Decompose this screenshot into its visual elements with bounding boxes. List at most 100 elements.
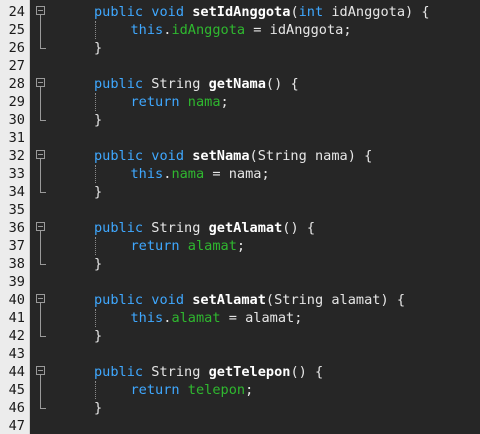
indent-guide [95, 309, 96, 327]
code-token: getTelepon [208, 364, 291, 380]
code-line[interactable]: 36 public String getAlamat() { [0, 219, 480, 237]
code-line[interactable]: 28 public String getNama() { [0, 75, 480, 93]
code-line[interactable]: 24 public void setIdAnggota(int idAnggota… [0, 3, 480, 21]
code-token: int [298, 4, 324, 20]
line-number: 30 [8, 112, 25, 128]
fold-line-marker-icon [35, 237, 47, 255]
code-token: this [130, 310, 164, 326]
fold-collapse-icon[interactable] [35, 219, 47, 237]
code-line[interactable]: 45 return telepon; [0, 381, 480, 399]
fold-end-marker-icon [35, 399, 47, 417]
code-token: ; [245, 382, 254, 398]
code-token: getAlamat [208, 220, 283, 236]
fold-line-marker-icon [35, 93, 47, 111]
fold-collapse-icon[interactable] [35, 147, 47, 165]
code-text: this.idAnggota = idAnggota; [131, 21, 352, 39]
code-token: String [143, 76, 209, 92]
code-line[interactable]: 35 [0, 201, 480, 219]
code-token: setNama [192, 148, 250, 164]
code-line[interactable]: 47 [0, 417, 480, 434]
code-line[interactable]: 44 public String getTelepon() { [0, 363, 480, 381]
code-token: this [130, 22, 164, 38]
code-line[interactable]: 42} [0, 327, 480, 345]
fold-line-marker-icon [35, 381, 47, 399]
fold-end-marker-icon [35, 183, 47, 201]
code-line[interactable]: 32 public void setNama(String nama) { [0, 147, 480, 165]
line-number: 42 [8, 328, 25, 344]
code-line[interactable]: 46} [0, 399, 480, 417]
indent-guide [95, 165, 96, 183]
code-token: alamat [187, 238, 237, 254]
fold-collapse-icon[interactable] [35, 75, 47, 93]
indent-guide [95, 237, 96, 255]
code-line[interactable]: 40 public void setAlamat(String alamat) { [0, 291, 480, 309]
code-token: public [94, 220, 144, 236]
indent-guide [95, 381, 96, 399]
fold-line-marker-icon [35, 165, 47, 183]
indent-guide [95, 93, 96, 111]
line-number: 24 [8, 4, 25, 20]
code-token: } [94, 112, 103, 128]
code-token: (String alamat) { [265, 292, 406, 308]
code-line[interactable]: 26} [0, 39, 480, 57]
line-number: 28 [8, 76, 25, 92]
code-token: } [94, 400, 103, 416]
code-text: public String getNama() { [94, 75, 299, 93]
code-token: setIdAnggota [192, 4, 291, 20]
code-line[interactable]: 38} [0, 255, 480, 273]
code-line[interactable]: 37 return alamat; [0, 237, 480, 255]
code-line[interactable]: 39 [0, 273, 480, 291]
code-token: return [130, 94, 180, 110]
line-number: 38 [8, 256, 25, 272]
code-text: } [94, 111, 102, 129]
code-text: public void setNama(String nama) { [94, 147, 372, 165]
code-text: public String getAlamat() { [94, 219, 315, 237]
code-line[interactable]: 41 this.alamat = alamat; [0, 309, 480, 327]
fold-end-marker-icon [35, 327, 47, 345]
code-token: idAnggota [171, 22, 246, 38]
line-number: 26 [8, 40, 25, 56]
code-token: return [130, 382, 180, 398]
code-text: } [94, 183, 102, 201]
fold-line-marker-icon [35, 309, 47, 327]
code-token: String [143, 364, 209, 380]
code-line[interactable]: 31 [0, 129, 480, 147]
code-token: = idAnggota; [245, 22, 352, 38]
code-line[interactable]: 43 [0, 345, 480, 363]
code-line[interactable]: 33 this.nama = nama; [0, 165, 480, 183]
fold-collapse-icon[interactable] [35, 3, 47, 21]
line-number: 41 [8, 310, 25, 326]
line-number: 33 [8, 166, 25, 182]
line-number: 39 [8, 274, 25, 290]
code-token: } [94, 184, 103, 200]
code-token: } [94, 256, 103, 272]
code-line[interactable]: 29 return nama; [0, 93, 480, 111]
fold-end-marker-icon [35, 39, 47, 57]
code-text: public void setIdAnggota(int idAnggota) … [94, 3, 430, 21]
code-token: this [130, 166, 164, 182]
code-token: ; [220, 94, 229, 110]
code-text: return alamat; [131, 237, 246, 255]
code-text: } [94, 39, 102, 57]
fold-collapse-icon[interactable] [35, 291, 47, 309]
code-text: return telepon; [131, 381, 254, 399]
fold-line-marker-icon [35, 21, 47, 39]
line-number: 45 [8, 382, 25, 398]
fold-end-marker-icon [35, 111, 47, 129]
code-editor[interactable]: 24 public void setIdAnggota(int idAnggota… [0, 0, 480, 434]
code-text: public void setAlamat(String alamat) { [94, 291, 405, 309]
code-text: } [94, 399, 102, 417]
code-line[interactable]: 27 [0, 57, 480, 75]
line-number: 34 [8, 184, 25, 200]
code-lines: 24 public void setIdAnggota(int idAnggota… [0, 3, 480, 434]
line-number: 37 [8, 238, 25, 254]
fold-collapse-icon[interactable] [35, 363, 47, 381]
code-line[interactable]: 30} [0, 111, 480, 129]
code-token: idAnggota) { [323, 4, 430, 20]
code-line[interactable]: 34} [0, 183, 480, 201]
code-token: public [94, 364, 144, 380]
code-text: public String getTelepon() { [94, 363, 323, 381]
code-line[interactable]: 25 this.idAnggota = idAnggota; [0, 21, 480, 39]
